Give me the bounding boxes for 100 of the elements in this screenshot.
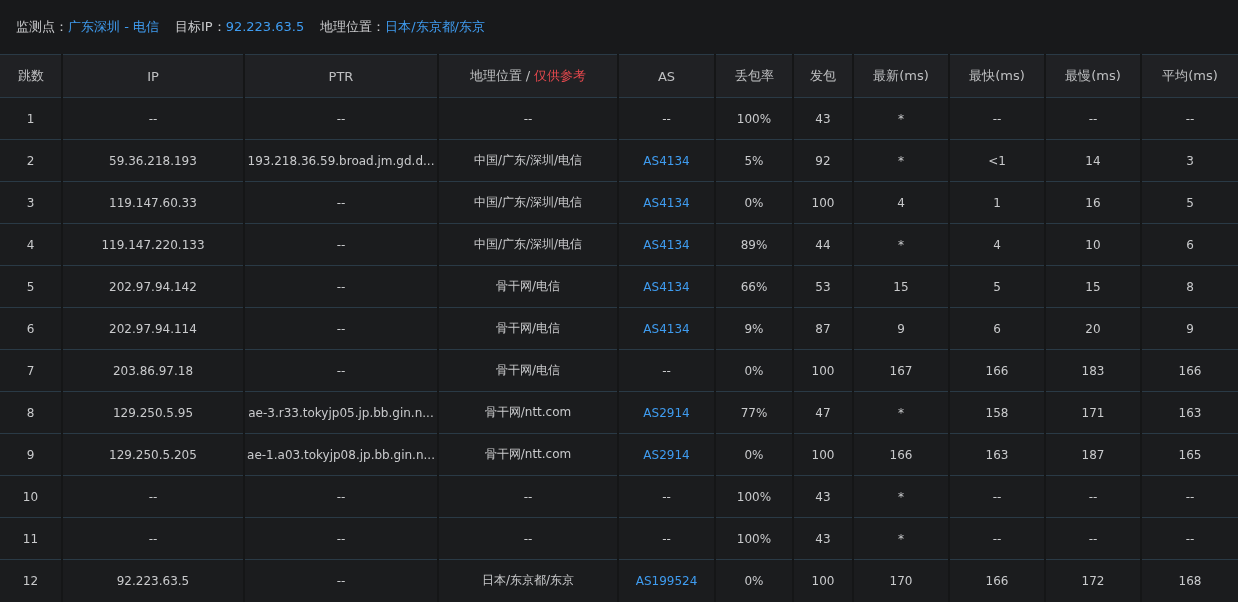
table-cell: ae-3.r33.tokyjp05.jp.bb.gin.n... xyxy=(244,391,438,434)
table-cell: 4 xyxy=(0,223,62,266)
column-header: 最新(ms) xyxy=(853,54,949,98)
table-cell: ae-1.a03.tokyjp08.jp.bb.gin.n... xyxy=(244,433,438,476)
table-cell: 12 xyxy=(0,559,62,602)
table-cell: 203.86.97.18 xyxy=(62,349,244,392)
table-cell: -- xyxy=(244,307,438,350)
table-cell: -- xyxy=(438,475,618,518)
table-cell: -- xyxy=(244,265,438,308)
summary-label: 目标IP： xyxy=(174,19,226,34)
table-cell: 15 xyxy=(853,265,949,308)
table-cell: 5% xyxy=(715,139,793,182)
table-cell: 15 xyxy=(1045,265,1141,308)
as-link[interactable]: AS2914 xyxy=(643,405,690,420)
table-cell: 129.250.5.95 xyxy=(62,391,244,434)
column-header: 最慢(ms) xyxy=(1045,54,1141,98)
table-cell: 10 xyxy=(0,475,62,518)
table-cell: 100 xyxy=(793,433,853,476)
table-cell: -- xyxy=(949,517,1045,560)
table-cell: 5 xyxy=(1141,181,1238,224)
table-cell: 166 xyxy=(949,559,1045,602)
table-cell: 0% xyxy=(715,433,793,476)
table-cell: * xyxy=(853,517,949,560)
table-cell: 119.147.60.33 xyxy=(62,181,244,224)
table-cell: 47 xyxy=(793,391,853,434)
table-cell: 166 xyxy=(1141,349,1238,392)
table-cell: 0% xyxy=(715,181,793,224)
table-cell: 171 xyxy=(1045,391,1141,434)
table-cell: 9% xyxy=(715,307,793,350)
table-cell: -- xyxy=(62,97,244,140)
table-cell: -- xyxy=(618,349,715,392)
table-cell: 中国/广东/深圳/电信 xyxy=(438,139,618,182)
table-cell: -- xyxy=(62,517,244,560)
table-cell: 6 xyxy=(949,307,1045,350)
table-cell: 中国/广东/深圳/电信 xyxy=(438,181,618,224)
column-header: 丢包率 xyxy=(715,54,793,98)
table-cell: 6 xyxy=(1141,223,1238,266)
table-cell: -- xyxy=(438,97,618,140)
as-link[interactable]: AS2914 xyxy=(643,447,690,462)
table-cell: 1 xyxy=(0,97,62,140)
table-cell: 87 xyxy=(793,307,853,350)
table-cell: -- xyxy=(1045,97,1141,140)
table-cell: -- xyxy=(618,517,715,560)
table-cell: 163 xyxy=(1141,391,1238,434)
table-cell: 59.36.218.193 xyxy=(62,139,244,182)
table-cell: 53 xyxy=(793,265,853,308)
table-cell: -- xyxy=(244,517,438,560)
summary-label: 地理位置： xyxy=(320,19,386,34)
table-cell: 骨干网/电信 xyxy=(438,307,618,350)
table-cell: 9 xyxy=(853,307,949,350)
table-cell: 77% xyxy=(715,391,793,434)
table-cell: 骨干网/ntt.com xyxy=(438,391,618,434)
table-cell: 129.250.5.205 xyxy=(62,433,244,476)
table-cell: 170 xyxy=(853,559,949,602)
column-header: 最快(ms) xyxy=(949,54,1045,98)
table-cell: 43 xyxy=(793,97,853,140)
column-header: 发包 xyxy=(793,54,853,98)
column-header: 平均(ms) xyxy=(1141,54,1238,98)
table-cell: -- xyxy=(618,475,715,518)
as-link[interactable]: AS199524 xyxy=(635,573,698,588)
table-cell: 43 xyxy=(793,475,853,518)
as-link[interactable]: AS4134 xyxy=(643,321,690,336)
column-header: 跳数 xyxy=(0,54,62,98)
table-cell: 3 xyxy=(0,181,62,224)
table-cell: -- xyxy=(244,181,438,224)
as-link[interactable]: AS4134 xyxy=(643,153,690,168)
table-cell: 167 xyxy=(853,349,949,392)
table-cell: 9 xyxy=(1141,307,1238,350)
table-cell: -- xyxy=(244,475,438,518)
table-cell: 89% xyxy=(715,223,793,266)
table-cell: * xyxy=(853,391,949,434)
table-cell: 8 xyxy=(1141,265,1238,308)
table-cell: 119.147.220.133 xyxy=(62,223,244,266)
table-cell: * xyxy=(853,139,949,182)
table-cell: 0% xyxy=(715,559,793,602)
table-cell: 100% xyxy=(715,97,793,140)
as-link[interactable]: AS4134 xyxy=(643,279,690,294)
summary-value: 日本/东京都/东京 xyxy=(385,19,485,34)
table-cell: 100 xyxy=(793,559,853,602)
table-cell: 100% xyxy=(715,517,793,560)
table-cell: -- xyxy=(1141,97,1238,140)
table-cell: 168 xyxy=(1141,559,1238,602)
table-cell: -- xyxy=(244,559,438,602)
table-cell: * xyxy=(853,475,949,518)
as-link[interactable]: AS4134 xyxy=(643,237,690,252)
table-cell: 172 xyxy=(1045,559,1141,602)
table-cell: -- xyxy=(949,97,1045,140)
table-cell: * xyxy=(853,97,949,140)
table-cell: -- xyxy=(1141,475,1238,518)
table-cell: 66% xyxy=(715,265,793,308)
table-cell: 骨干网/电信 xyxy=(438,349,618,392)
table-cell: 4 xyxy=(853,181,949,224)
table-cell: 183 xyxy=(1045,349,1141,392)
table-cell: 2 xyxy=(0,139,62,182)
as-link[interactable]: AS4134 xyxy=(643,195,690,210)
table-cell: -- xyxy=(244,223,438,266)
table-cell: -- xyxy=(438,517,618,560)
table-cell: 92 xyxy=(793,139,853,182)
table-cell: 8 xyxy=(0,391,62,434)
table-cell: 9 xyxy=(0,433,62,476)
